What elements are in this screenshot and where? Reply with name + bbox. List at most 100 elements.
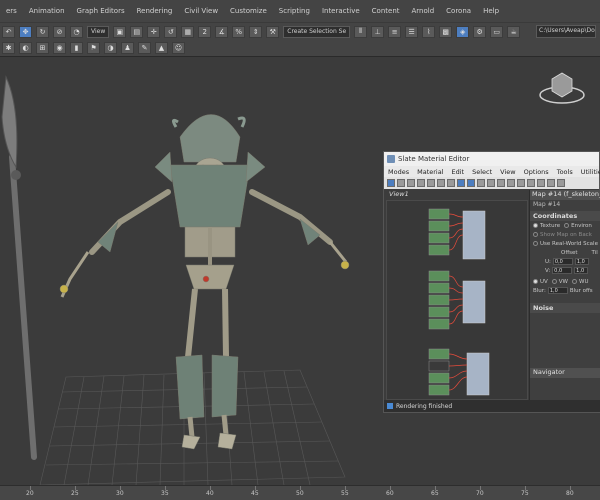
project-path-field[interactable]: C:\Users\Aveap\Docum: [536, 25, 596, 38]
slate-move-children-icon[interactable]: [437, 179, 445, 187]
slate-show-map-icon[interactable]: [457, 179, 465, 187]
material-editor-icon[interactable]: ◈: [456, 25, 470, 38]
environ-radio[interactable]: [564, 223, 570, 228]
coordinates-rollout[interactable]: Coordinates: [530, 211, 600, 221]
scene-states-icon[interactable]: ♟: [121, 42, 134, 54]
slate-assign-material-icon[interactable]: [417, 179, 425, 187]
u-offset-input[interactable]: 0,0: [552, 258, 573, 265]
use-real-world-row[interactable]: Use Real-World Scale: [530, 239, 600, 248]
undo-icon[interactable]: ↶: [2, 25, 15, 38]
slate-menu-view[interactable]: View: [496, 168, 519, 176]
map-name-field[interactable]: Map #14: [530, 200, 600, 209]
menu-item-scripting[interactable]: Scripting: [273, 7, 316, 15]
vw-radio[interactable]: [551, 279, 557, 284]
slate-layout-icon[interactable]: [477, 179, 485, 187]
menu-item-arnold[interactable]: Arnold: [406, 7, 441, 15]
v-tile-input[interactable]: 1,0: [574, 267, 589, 274]
slate-preview-icon[interactable]: [487, 179, 495, 187]
snap-angle-icon[interactable]: ∡: [215, 25, 229, 38]
render-icon[interactable]: ☕: [507, 25, 521, 38]
slate-grid-icon[interactable]: [557, 179, 565, 187]
slate-delete-icon[interactable]: [427, 179, 435, 187]
spinner-snap-icon[interactable]: ⇕: [249, 25, 263, 38]
menu-item-corona[interactable]: Corona: [440, 7, 477, 15]
slate-pan-icon[interactable]: [547, 179, 555, 187]
slate-fit-view-icon[interactable]: [527, 179, 535, 187]
view-tab[interactable]: View1: [386, 190, 416, 200]
slate-menu-options[interactable]: Options: [520, 168, 553, 176]
layer-manager-icon[interactable]: ≡: [388, 25, 402, 38]
texture-radio[interactable]: [533, 223, 538, 228]
slate-titlebar[interactable]: Slate Material Editor: [384, 152, 599, 166]
blur-input[interactable]: 1,0: [547, 287, 568, 294]
slate-settings-icon[interactable]: [497, 179, 505, 187]
menu-item-customize[interactable]: Customize: [224, 7, 273, 15]
menu-item-help[interactable]: Help: [477, 7, 505, 15]
align-icon[interactable]: ⊥: [371, 25, 385, 38]
create-icon[interactable]: ✱: [2, 42, 15, 54]
brush-icon[interactable]: ✎: [138, 42, 151, 54]
slate-menu-material[interactable]: Material: [413, 168, 447, 176]
edit-named-selection-icon[interactable]: ⚒: [266, 25, 280, 38]
menu-item-edit-partial[interactable]: ers: [0, 7, 23, 15]
display-icon[interactable]: ▮: [70, 42, 83, 54]
scale-icon[interactable]: ▦: [181, 25, 195, 38]
menu-item-interactive[interactable]: Interactive: [316, 7, 366, 15]
time-slider-track[interactable]: 20 25 30 35 40 45 50 55 60 65 70 75 80: [0, 485, 600, 500]
slate-menu-tools[interactable]: Tools: [553, 168, 577, 176]
selection-set-dropdown[interactable]: Create Selection Se: [283, 25, 351, 38]
menu-item-graph-editors[interactable]: Graph Editors: [71, 7, 131, 15]
real-world-checkbox[interactable]: [533, 241, 538, 246]
slate-select-by-material-icon[interactable]: [507, 179, 515, 187]
v-offset-input[interactable]: 0,0: [552, 267, 573, 274]
wu-radio[interactable]: [572, 279, 577, 284]
slate-node-layout-icon[interactable]: [517, 179, 525, 187]
scene-explorer-icon[interactable]: ☰: [405, 25, 419, 38]
menu-item-rendering[interactable]: Rendering: [131, 7, 179, 15]
slate-hide-unused-icon[interactable]: [447, 179, 455, 187]
view-dropdown[interactable]: View: [87, 25, 110, 38]
redo-icon[interactable]: ↻: [36, 25, 49, 38]
snap-percent-icon[interactable]: %: [232, 25, 246, 38]
menu-item-animation[interactable]: Animation: [23, 7, 71, 15]
slate-pick-material-icon[interactable]: [397, 179, 405, 187]
rotate-icon[interactable]: ↺: [164, 25, 178, 38]
container-icon[interactable]: ◑: [104, 42, 117, 54]
utilities-icon[interactable]: ⚑: [87, 42, 100, 54]
slate-select-tool-icon[interactable]: [387, 179, 395, 187]
modify-icon[interactable]: ◐: [19, 42, 32, 54]
select-by-name-icon[interactable]: ▤: [130, 25, 144, 38]
slate-menu-edit[interactable]: Edit: [448, 168, 469, 176]
node-view-area[interactable]: [386, 200, 528, 400]
slate-zoom-icon[interactable]: [537, 179, 545, 187]
render-frame-icon[interactable]: ▭: [490, 25, 504, 38]
slate-menu-select[interactable]: Select: [468, 168, 496, 176]
render-setup-icon[interactable]: ⚙: [473, 25, 487, 38]
noise-rollout[interactable]: Noise: [530, 303, 600, 313]
select-object-icon[interactable]: ▣: [113, 25, 127, 38]
show-map-on-back-row[interactable]: Show Map on Back: [530, 230, 600, 239]
curve-editor-icon[interactable]: ⌇: [422, 25, 436, 38]
slate-menu-utilities[interactable]: Utilities: [577, 168, 600, 176]
hierarchy-icon[interactable]: ⊞: [36, 42, 49, 54]
slate-show-background-icon[interactable]: [467, 179, 475, 187]
select-move-icon[interactable]: ✥: [19, 25, 32, 38]
viewcube-icon[interactable]: [539, 72, 585, 104]
slate-menu-modes[interactable]: Modes: [384, 168, 413, 176]
show-map-checkbox[interactable]: [533, 232, 538, 237]
populate-icon[interactable]: ☺: [172, 42, 185, 54]
slate-put-to-scene-icon[interactable]: [407, 179, 415, 187]
snap-2d-icon[interactable]: 2: [198, 25, 212, 38]
mirror-icon[interactable]: ⫴: [354, 25, 368, 38]
motion-icon[interactable]: ◉: [53, 42, 66, 54]
move-icon[interactable]: ✛: [147, 25, 161, 38]
bind-spacewarp-icon[interactable]: ◔: [70, 25, 83, 38]
navigator-header[interactable]: Navigator: [530, 368, 600, 378]
u-tile-input[interactable]: 1,0: [574, 258, 589, 265]
uv-radio[interactable]: [533, 279, 538, 284]
cloth-icon[interactable]: ▲: [155, 42, 168, 54]
menu-item-civil-view[interactable]: Civil View: [178, 7, 224, 15]
select-link-icon[interactable]: ⊘: [53, 25, 66, 38]
schematic-view-icon[interactable]: ▩: [439, 25, 453, 38]
menu-item-content[interactable]: Content: [366, 7, 406, 15]
